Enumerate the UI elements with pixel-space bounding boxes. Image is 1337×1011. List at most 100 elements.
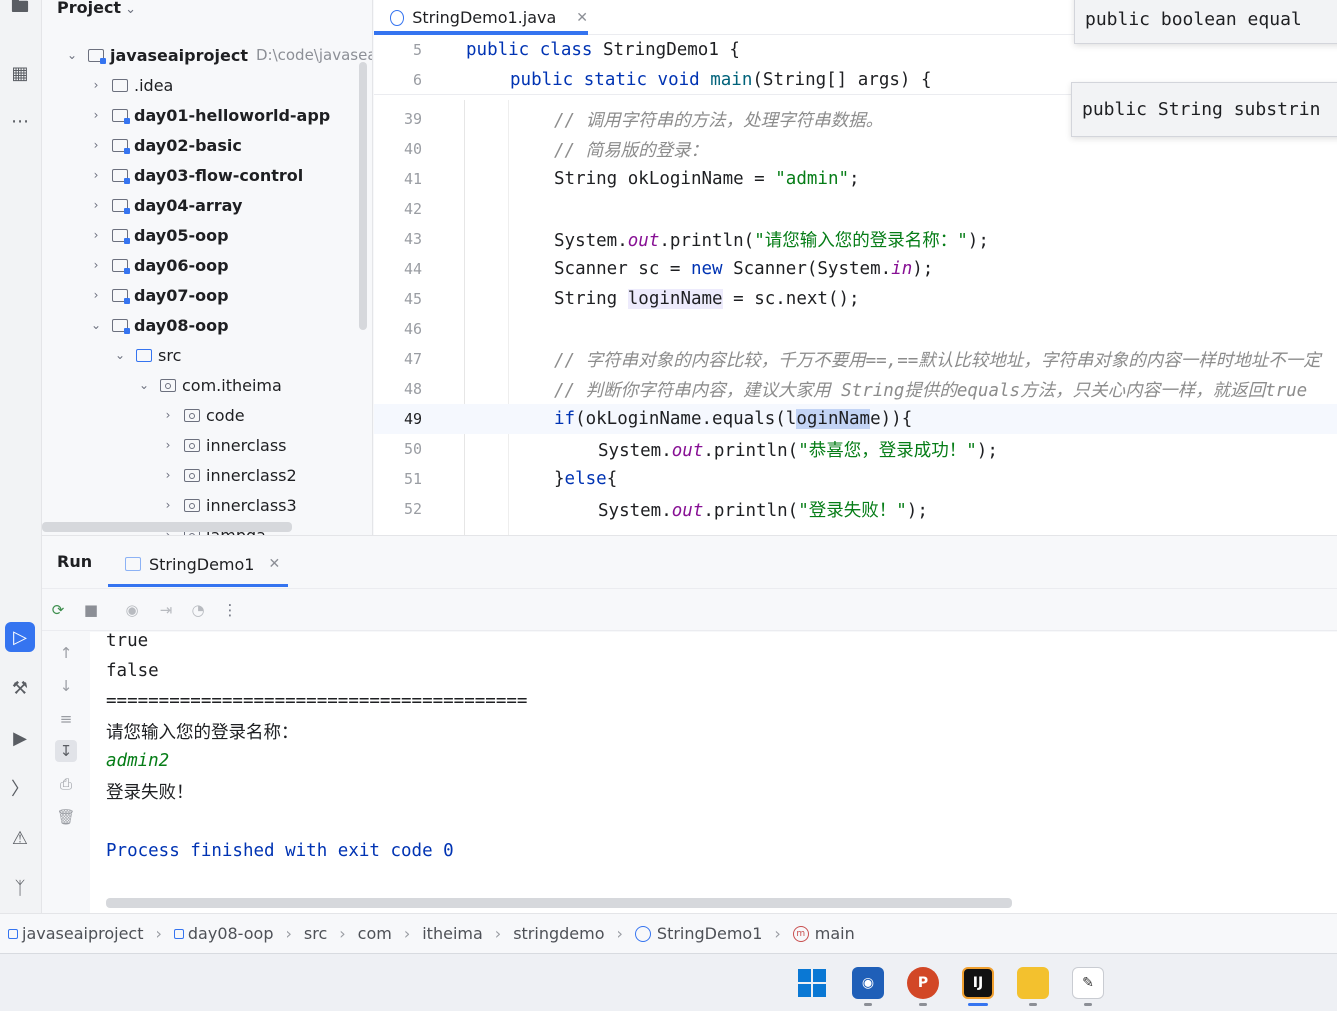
tree-item[interactable]: › innerclass	[160, 430, 287, 460]
chevron-right-icon: ›	[155, 924, 162, 943]
tree-item[interactable]: › day04-array	[88, 190, 243, 220]
more-icon[interactable]: ⋯	[5, 106, 35, 136]
module-folder-icon	[112, 228, 130, 244]
breadcrumb-item[interactable]: StringDemo1 ›	[634, 924, 793, 943]
console-horizontal-scrollbar[interactable]	[106, 898, 1012, 908]
tree-item[interactable]: › innerclass3	[160, 490, 297, 520]
breadcrumb-item[interactable]: itheima ›	[422, 924, 513, 943]
profiler-icon[interactable]: ◔	[188, 600, 208, 620]
print-icon[interactable]: ⎙	[55, 773, 77, 795]
intellij-idea-icon[interactable]: IJ	[962, 967, 994, 999]
breadcrumb-item[interactable]: src ›	[304, 924, 358, 943]
code-text: // 调用字符串的方法，处理字符串数据。	[554, 110, 884, 131]
soft-wrap-icon[interactable]: ≡	[55, 708, 77, 730]
project-folder-icon[interactable]: 🖿	[5, 0, 35, 24]
trash-icon[interactable]: 🗑	[55, 806, 77, 828]
arrow-down-icon[interactable]: ↓	[55, 675, 77, 697]
module-folder-icon	[112, 138, 130, 154]
build-hammer-icon[interactable]: ⚒	[5, 673, 35, 703]
run-icon[interactable]: ▷	[5, 622, 35, 652]
code-line[interactable]: 52 System.out.println("登录失败！");	[374, 494, 1337, 524]
chevron-right-icon[interactable]: ›	[88, 108, 104, 122]
chevron-down-icon[interactable]: ⌄	[64, 48, 80, 62]
problems-icon[interactable]: ⚠	[5, 823, 35, 853]
tree-item[interactable]: › innerclass2	[160, 460, 297, 490]
close-icon[interactable]: ✕	[268, 556, 280, 572]
run-config-tab[interactable]: StringDemo1 ✕	[108, 542, 288, 586]
breadcrumb-label: itheima	[422, 924, 483, 943]
chevron-right-icon[interactable]: ›	[88, 138, 104, 152]
code-line[interactable]: 51}else{	[374, 464, 1337, 494]
module-folder-icon	[88, 48, 106, 64]
code-line[interactable]: 47 // 字符串对象的内容比较，千万不要用==,==默认比较地址，字符串对象的内…	[374, 344, 1337, 374]
code-line[interactable]: 46	[374, 314, 1337, 344]
code-line[interactable]: 49 if(okLoginName.equals(loginName)){	[374, 404, 1337, 434]
powerpoint-icon[interactable]: P	[907, 967, 939, 999]
tree-item[interactable]: ⌄ javaseaiproject D:\code\javaseaip	[64, 40, 372, 70]
tree-item[interactable]: › day03-flow-control	[88, 160, 304, 190]
folder-icon	[136, 348, 152, 362]
chevron-down-icon[interactable]: ⌄	[112, 348, 128, 362]
code-text: // 简易版的登录：	[554, 140, 709, 161]
chevron-right-icon[interactable]: ›	[160, 438, 176, 452]
chevron-right-icon[interactable]: ›	[88, 258, 104, 272]
code-line[interactable]: 41 String okLoginName = "admin";	[374, 164, 1337, 194]
feishu-icon[interactable]: ◉	[852, 967, 884, 999]
rerun-icon[interactable]: ⟳	[48, 600, 68, 620]
chevron-right-icon[interactable]: ›	[88, 78, 104, 92]
tree-item[interactable]: ⌄ src	[112, 340, 181, 370]
code-line[interactable]: 44 Scanner sc = new Scanner(System.in);	[374, 254, 1337, 284]
file-explorer-icon[interactable]	[1017, 967, 1049, 999]
tree-item[interactable]: ⌄ day08-oop	[88, 310, 229, 340]
tree-item[interactable]: › day02-basic	[88, 130, 242, 160]
windows-start-icon[interactable]	[796, 967, 828, 999]
tree-item[interactable]: › day06-oop	[88, 250, 229, 280]
breadcrumb-item[interactable]: stringdemo ›	[513, 924, 635, 943]
chevron-right-icon[interactable]: ›	[160, 408, 176, 422]
chevron-right-icon[interactable]: ›	[88, 288, 104, 302]
code-line[interactable]: 42	[374, 194, 1337, 224]
scroll-to-end-icon[interactable]: ↧	[55, 740, 77, 762]
chevron-right-icon[interactable]: ›	[160, 498, 176, 512]
code-line[interactable]: 45 String loginName = sc.next();	[374, 284, 1337, 314]
breadcrumb-item[interactable]: com ›	[358, 924, 423, 943]
breadcrumb-item[interactable]: m main	[792, 924, 855, 943]
tree-item[interactable]: › day07-oop	[88, 280, 229, 310]
tree-item[interactable]: › code	[160, 400, 245, 430]
tree-item-label: innerclass	[206, 435, 287, 455]
editor-tab[interactable]: StringDemo1.java ✕	[374, 0, 588, 35]
breadcrumb-item[interactable]: day08-oop ›	[173, 924, 304, 943]
project-vertical-scrollbar[interactable]	[359, 62, 367, 330]
chevron-down-icon[interactable]: ⌄	[88, 318, 104, 332]
tree-item[interactable]: › day05-oop	[88, 220, 229, 250]
restore-layout-icon[interactable]: ⇥	[156, 600, 176, 620]
code-line[interactable]: 50 System.out.println("恭喜您，登录成功！");	[374, 434, 1337, 464]
code-editor[interactable]: StringDemo1.java ✕ 5 public class StringD…	[374, 0, 1337, 535]
code-line[interactable]: 43 System.out.println("请您输入您的登录名称：");	[374, 224, 1337, 254]
chevron-down-icon[interactable]: ⌄	[136, 378, 152, 392]
notepad-icon[interactable]: ✎	[1072, 967, 1104, 999]
tree-item[interactable]: › .idea	[88, 70, 174, 100]
arrow-up-icon[interactable]: ↑	[55, 642, 77, 664]
terminal-icon[interactable]: 〉	[5, 773, 35, 803]
console-output[interactable]: true false ===============================…	[90, 631, 1337, 914]
project-panel-title[interactable]: Project ⌄	[57, 0, 136, 17]
chevron-right-icon[interactable]: ›	[88, 198, 104, 212]
structure-icon[interactable]: ▦	[5, 58, 35, 88]
close-icon[interactable]: ✕	[576, 10, 588, 26]
more-options-icon[interactable]: ⋮	[220, 600, 240, 620]
tree-item[interactable]: ⌄ com.itheima	[136, 370, 282, 400]
chevron-right-icon[interactable]: ›	[88, 168, 104, 182]
breadcrumb-item[interactable]: javaseaiproject ›	[8, 924, 174, 943]
project-horizontal-scrollbar[interactable]	[42, 522, 292, 532]
git-branch-icon[interactable]: ᛉ	[5, 873, 35, 903]
services-icon[interactable]: ▶	[5, 723, 35, 753]
code-line[interactable]: 40 // 简易版的登录：	[374, 134, 1337, 164]
chevron-right-icon[interactable]: ›	[88, 228, 104, 242]
module-folder-icon	[112, 108, 130, 124]
tree-item[interactable]: › day01-helloworld-app	[88, 100, 331, 130]
code-line[interactable]: 48 // 判断你字符串内容，建议大家用 String提供的equals方法，只关…	[374, 374, 1337, 404]
chevron-right-icon[interactable]: ›	[160, 468, 176, 482]
stop-icon[interactable]: ■	[81, 600, 101, 620]
camera-icon[interactable]: ◉	[122, 600, 142, 620]
